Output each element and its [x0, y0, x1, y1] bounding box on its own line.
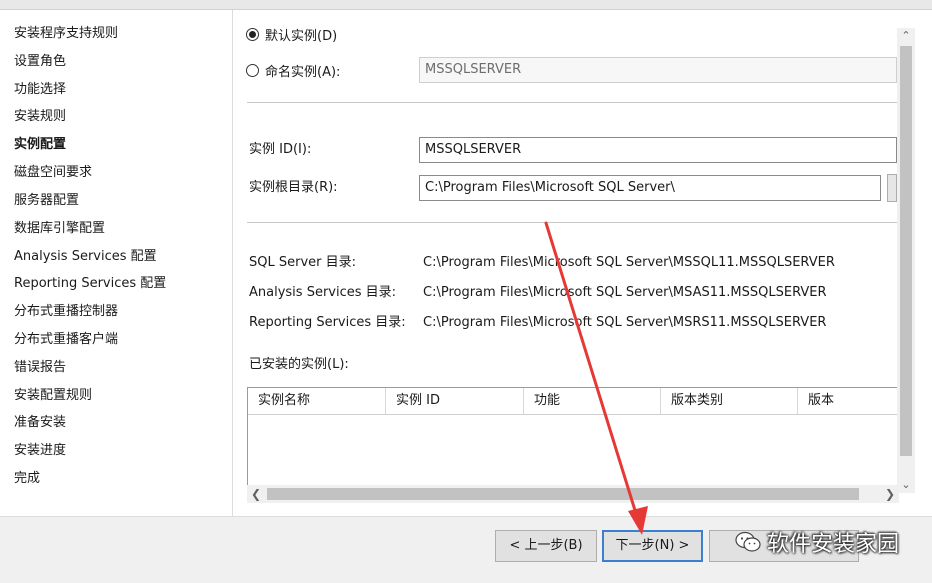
- column-header-version[interactable]: 版本: [798, 388, 898, 414]
- nav-item-complete[interactable]: 完成: [14, 470, 40, 488]
- analysis-services-dir-label: Analysis Services 目录:: [249, 285, 397, 300]
- scroll-down-icon[interactable]: ⌄: [897, 477, 915, 493]
- section-divider: [247, 222, 897, 223]
- scroll-up-icon[interactable]: ⌃: [897, 28, 915, 44]
- installed-instances-label: 已安装的实例(L):: [249, 357, 349, 372]
- watermark: 软件安装家园: [735, 526, 899, 558]
- sql-server-dir-value: C:\Program Files\Microsoft SQL Server\MS…: [423, 255, 835, 270]
- instance-root-input[interactable]: C:\Program Files\Microsoft SQL Server\: [419, 175, 881, 201]
- nav-item-error-reporting[interactable]: 错误报告: [14, 359, 66, 377]
- nav-item-installation-progress[interactable]: 安装进度: [14, 442, 66, 460]
- column-header-instance-name[interactable]: 实例名称: [248, 388, 386, 414]
- watermark-text: 软件安装家园: [767, 532, 900, 557]
- nav-item-setup-support-rules[interactable]: 安装程序支持规则: [14, 25, 118, 43]
- nav-item-distributed-replay-controller[interactable]: 分布式重播控制器: [14, 303, 118, 321]
- nav-item-reporting-services-configuration[interactable]: Reporting Services 配置: [14, 275, 166, 293]
- reporting-services-dir-value: C:\Program Files\Microsoft SQL Server\MS…: [423, 315, 827, 330]
- window-top-edge: [0, 0, 932, 10]
- named-instance-input[interactable]: MSSQLSERVER: [419, 57, 897, 83]
- default-instance-label: 默认实例(D): [265, 29, 338, 44]
- table-header: 实例名称 实例 ID 功能 版本类别 版本: [248, 388, 898, 415]
- nav-item-analysis-services-configuration[interactable]: Analysis Services 配置: [14, 248, 157, 266]
- horizontal-scroll-thumb[interactable]: [267, 488, 859, 500]
- section-divider: [247, 102, 897, 103]
- browse-root-button[interactable]: [887, 174, 897, 202]
- scroll-left-icon[interactable]: ❮: [247, 485, 265, 503]
- nav-item-distributed-replay-client[interactable]: 分布式重播客户端: [14, 331, 118, 349]
- nav-item-feature-selection[interactable]: 功能选择: [14, 81, 66, 99]
- nav-item-disk-space-requirements[interactable]: 磁盘空间要求: [14, 164, 92, 182]
- reporting-services-dir-label: Reporting Services 目录:: [249, 315, 406, 330]
- nav-item-setup-role[interactable]: 设置角色: [14, 53, 66, 71]
- named-instance-label: 命名实例(A):: [265, 65, 341, 80]
- vertical-scrollbar[interactable]: ⌃ ⌄: [897, 28, 915, 493]
- nav-item-database-engine-configuration[interactable]: 数据库引擎配置: [14, 220, 105, 238]
- column-header-features[interactable]: 功能: [524, 388, 661, 414]
- nav-item-ready-to-install[interactable]: 准备安装: [14, 414, 66, 432]
- horizontal-scrollbar[interactable]: ❮ ❯: [247, 485, 899, 503]
- instance-id-label: 实例 ID(I):: [249, 142, 312, 157]
- step-navigation-sidebar: 安装程序支持规则 设置角色 功能选择 安装规则 实例配置 磁盘空间要求 服务器配…: [0, 10, 233, 516]
- instance-root-label: 实例根目录(R):: [249, 180, 338, 195]
- wechat-icon: [735, 531, 761, 552]
- nav-item-installation-rules[interactable]: 安装规则: [14, 108, 66, 126]
- back-button[interactable]: < 上一步(B): [495, 530, 597, 562]
- column-header-instance-id[interactable]: 实例 ID: [386, 388, 524, 414]
- named-instance-radio[interactable]: [246, 64, 259, 77]
- instance-configuration-panel: 默认实例(D) 命名实例(A): MSSQLSERVER 实例 ID(I): M…: [234, 10, 932, 516]
- sql-server-dir-label: SQL Server 目录:: [249, 255, 357, 270]
- next-button[interactable]: 下一步(N) >: [602, 530, 703, 562]
- analysis-services-dir-value: C:\Program Files\Microsoft SQL Server\MS…: [423, 285, 827, 300]
- named-instance-option[interactable]: 命名实例(A):: [246, 61, 340, 80]
- vertical-scroll-thumb[interactable]: [900, 46, 912, 456]
- column-header-edition[interactable]: 版本类别: [661, 388, 798, 414]
- nav-item-server-configuration[interactable]: 服务器配置: [14, 192, 79, 210]
- installed-instances-table[interactable]: 实例名称 实例 ID 功能 版本类别 版本: [247, 387, 899, 497]
- nav-item-instance-configuration[interactable]: 实例配置: [14, 136, 66, 154]
- default-instance-radio[interactable]: [246, 28, 259, 41]
- instance-id-input[interactable]: MSSQLSERVER: [419, 137, 897, 163]
- default-instance-option[interactable]: 默认实例(D): [246, 25, 337, 44]
- nav-item-installation-configuration-rules[interactable]: 安装配置规则: [14, 387, 92, 405]
